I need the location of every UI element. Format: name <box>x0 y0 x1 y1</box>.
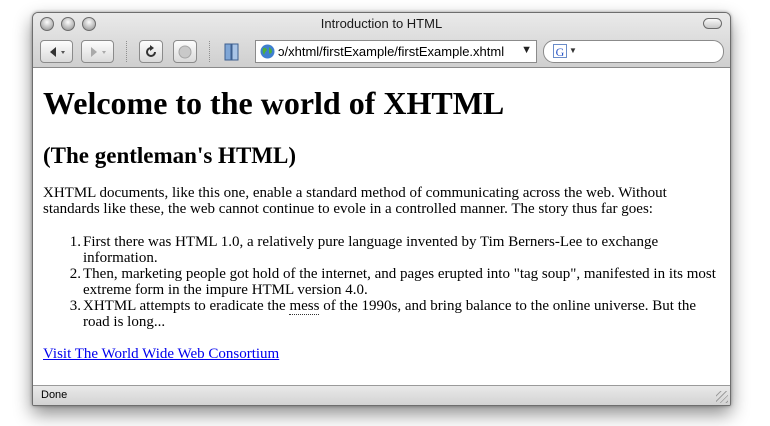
bookmarks-icon <box>224 43 239 60</box>
status-bar: Done <box>33 385 730 405</box>
list-item: 3. XHTML attempts to eradicate the mess … <box>43 298 723 330</box>
address-field[interactable]: ɔ/xhtml/firstExample/firstExample.xhtml … <box>255 40 537 63</box>
list-item-text: First there was HTML 1.0, a relatively p… <box>83 234 659 266</box>
stop-icon <box>178 45 192 58</box>
browser-chrome: Introduction to HTML ɔ/xhtml/firstExampl… <box>33 13 730 68</box>
list-item-text-start: XHTML attempts to eradicate the <box>83 298 290 314</box>
list-number: 2. <box>69 266 81 282</box>
chevron-down-icon: ▼ <box>569 46 577 55</box>
back-button[interactable] <box>40 40 73 63</box>
title-bar: Introduction to HTML <box>33 13 730 35</box>
toolbar-separator <box>126 41 127 62</box>
w3c-link[interactable]: Visit The World Wide Web Consortium <box>43 346 279 363</box>
history-list: 1. First there was HTML 1.0, a relativel… <box>43 234 723 330</box>
reload-button[interactable] <box>139 40 163 63</box>
resize-grip[interactable] <box>716 391 728 403</box>
search-field[interactable]: G ▼ <box>543 40 724 63</box>
back-icon <box>49 46 65 57</box>
list-number: 1. <box>69 234 81 250</box>
forward-icon <box>90 46 106 57</box>
toolbar-toggle-button[interactable] <box>703 18 722 29</box>
list-item-text: Then, marketing people got hold of the i… <box>83 266 716 298</box>
reload-icon <box>146 44 156 57</box>
url-dropdown-icon[interactable]: ▼ <box>521 44 532 56</box>
page-content: Welcome to the world of XHTML (The gentl… <box>33 68 730 385</box>
window-title: Introduction to HTML <box>320 16 443 31</box>
list-item: 2. Then, marketing people got hold of th… <box>43 266 723 298</box>
stop-button[interactable] <box>173 40 197 63</box>
globe-icon <box>260 44 275 59</box>
page-subheading: (The gentleman's HTML) <box>43 143 296 168</box>
google-icon[interactable]: G <box>553 44 567 59</box>
intro-paragraph: XHTML documents, like this one, enable a… <box>43 185 667 217</box>
status-text: Done <box>41 389 68 401</box>
browser-window: Introduction to HTML ɔ/xhtml/firstExampl… <box>32 12 731 406</box>
bookmarks-button[interactable] <box>221 40 243 63</box>
page-heading: Welcome to the world of XHTML <box>43 85 505 121</box>
list-item: 1. First there was HTML 1.0, a relativel… <box>43 234 723 266</box>
toolbar-separator <box>209 41 210 62</box>
hover-word[interactable]: mess <box>289 298 320 315</box>
forward-button[interactable] <box>81 40 114 63</box>
list-number: 3. <box>69 298 81 314</box>
url-text: ɔ/xhtml/firstExample/firstExample.xhtml <box>278 44 505 59</box>
